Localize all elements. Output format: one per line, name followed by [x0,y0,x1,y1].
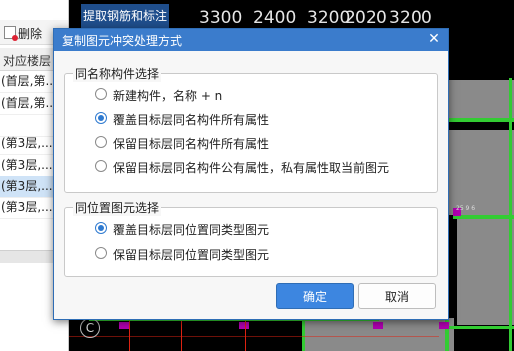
cancel-button[interactable]: 取消 [358,283,436,309]
rebar-annotation: 25 9 6 [456,205,476,212]
delete-button[interactable]: 删除 [18,25,42,42]
axis-bubble: C [80,318,100,338]
close-icon[interactable]: ✕ [426,31,442,47]
conflict-dialog: 复制图元冲突处理方式 ✕ 同名称构件选择 新建构件，名称 + n 覆盖目标层同名… [53,28,449,320]
slab-block [447,130,514,215]
radio-overwrite-all[interactable] [95,112,107,124]
radio-new-component[interactable] [95,88,107,100]
dimension-label: 2400 [253,8,297,28]
dimension-label: 3200 [307,8,351,28]
radio-keep-public[interactable] [95,160,107,172]
beam-line [449,326,514,329]
beam-line [453,215,514,219]
dialog-title: 复制图元冲突处理方式 [62,34,183,48]
extract-rebar-tab[interactable]: 提取钢筋和标注 [81,4,169,28]
dimension-label: 3 [389,8,400,28]
same-position-group-title: 同位置图元选择 [73,199,162,216]
beam-line [509,78,512,351]
column-marker [373,322,383,329]
radio-keep-position[interactable] [95,247,107,259]
axis-line [69,336,439,337]
dimension-label: 0 [376,8,387,28]
same-position-group: 同位置图元选择 覆盖目标层同位置同类型图元 保留目标层同位置同类型图元 [64,199,438,277]
dimension-label: 0 [421,8,432,28]
column-marker [439,322,449,329]
slab-block [457,215,514,325]
floor-column-header-label: 对应楼层 [3,54,52,68]
same-name-group: 同名称构件选择 新建构件，名称 + n 覆盖目标层同名构件所有属性 保留目标层同… [64,65,438,193]
delete-icon[interactable] [4,26,18,41]
radio-keep-all[interactable] [95,136,107,148]
dimension-label: 0 [355,8,366,28]
option-label[interactable]: 保留目标层同名构件所有属性 [113,135,269,152]
same-name-group-title: 同名称构件选择 [73,65,162,82]
option-label[interactable]: 保留目标层同位置同类型图元 [113,246,269,263]
column-marker [239,322,249,329]
radio-overwrite-position[interactable] [95,222,107,234]
dimension-label: 3300 [199,8,243,28]
dimension-label: 2 [400,8,411,28]
dialog-titlebar[interactable]: 复制图元冲突处理方式 ✕ [54,29,448,51]
option-label[interactable]: 保留目标层同名构件公有属性，私有属性取当前图元 [113,159,389,176]
option-label[interactable]: 覆盖目标层同名构件所有属性 [113,111,269,128]
ok-button[interactable]: 确定 [276,283,354,309]
option-label[interactable]: 覆盖目标层同位置同类型图元 [113,221,269,238]
column-marker [119,322,129,329]
option-label[interactable]: 新建构件，名称 + n [113,87,222,104]
